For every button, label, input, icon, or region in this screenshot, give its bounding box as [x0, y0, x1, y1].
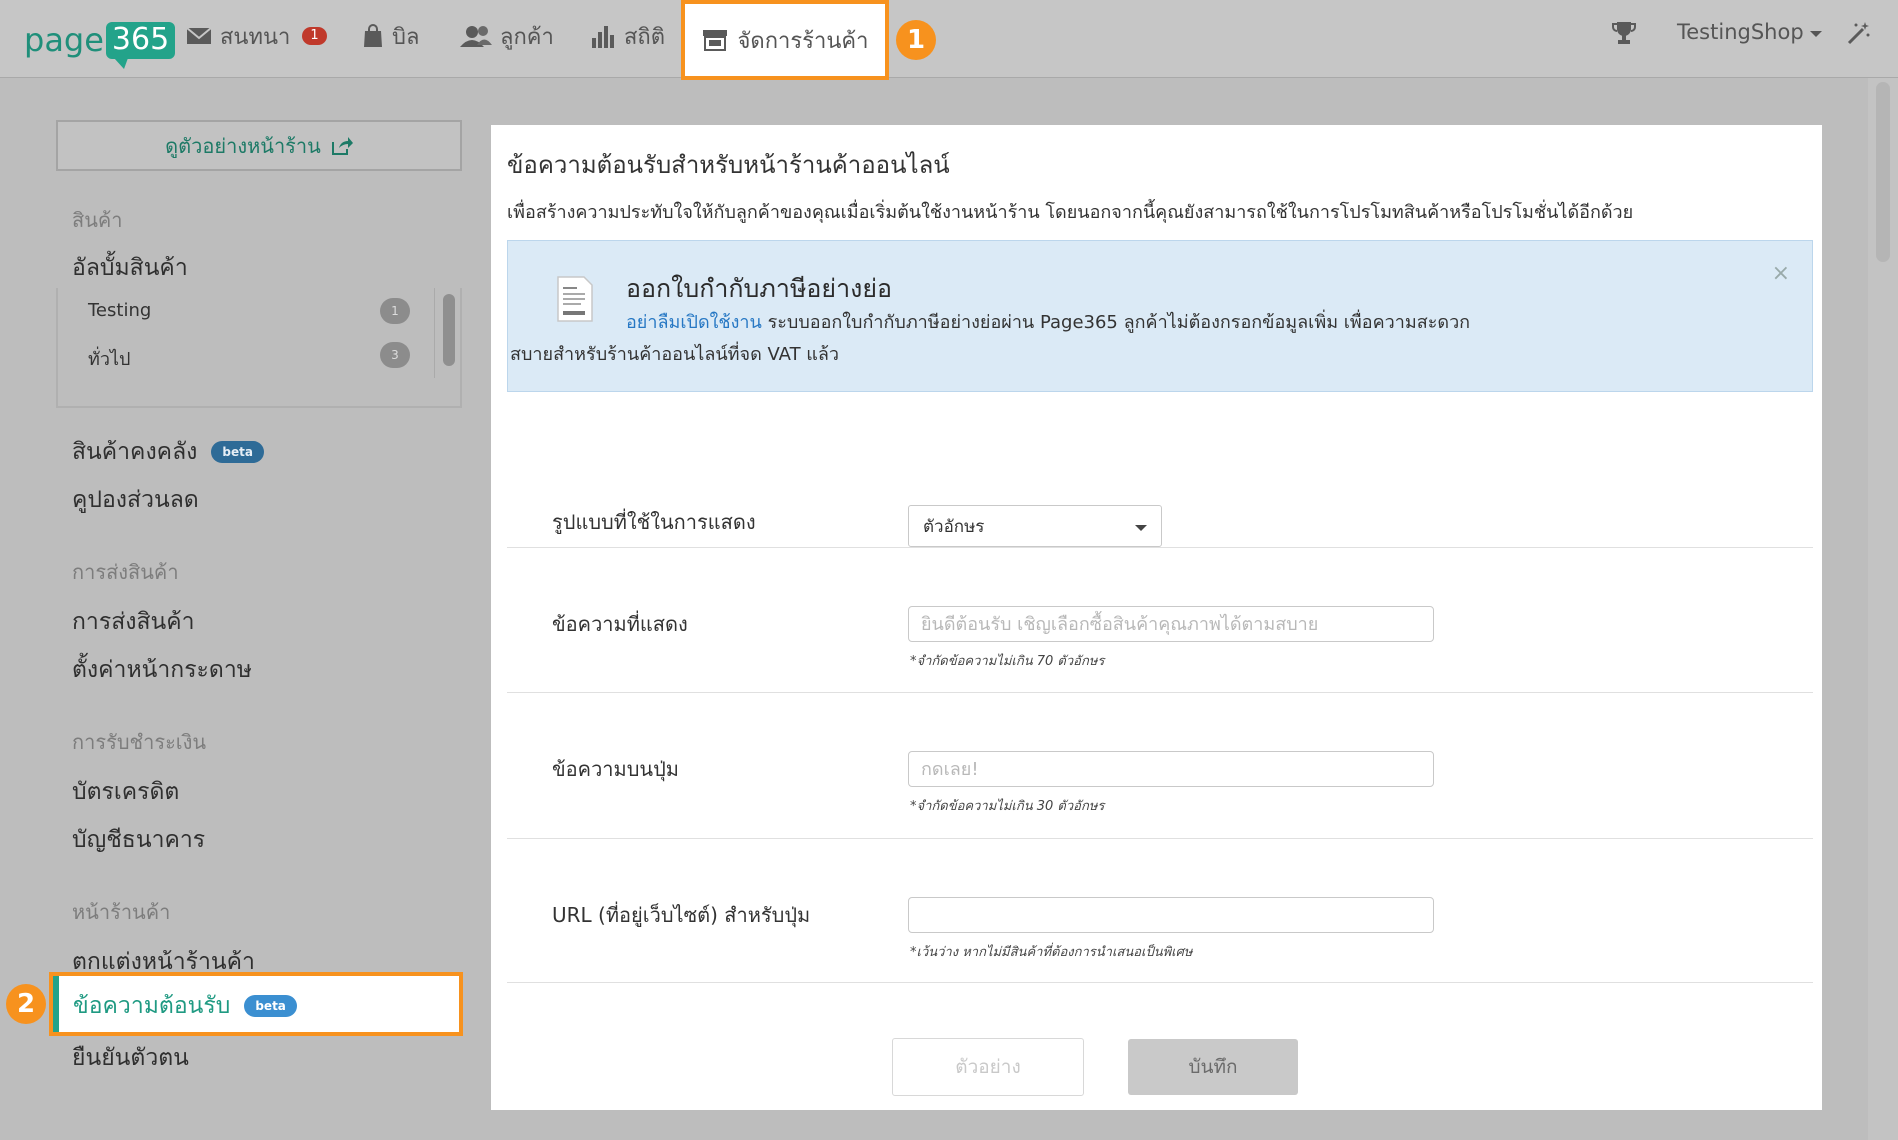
shop-name: TestingShop [1677, 20, 1804, 44]
page-scrollbar[interactable] [1868, 78, 1898, 1140]
preview-button-label: ดูตัวอย่างหน้าร้าน [165, 133, 321, 158]
trophy-button[interactable] [1612, 20, 1636, 46]
sidebar-item-album-label: อัลบั้มสินค้า [72, 255, 188, 281]
magic-wand-button[interactable] [1846, 20, 1872, 46]
shop-selector[interactable]: TestingShop [1677, 20, 1822, 44]
message-input[interactable] [908, 606, 1434, 642]
tax-invoice-alert: ออกใบกำกับภาษีอย่างย่อ อย่าลืมเปิดใช้งาน… [507, 240, 1813, 392]
page365-logo[interactable]: page 365 [24, 14, 176, 69]
sidebar-item-bank-label: บัญชีธนาคาร [72, 827, 206, 853]
form-row-message: ข้อความที่แสดง *จำกัดข้อความไม่เกิน 70 ต… [507, 548, 1813, 693]
magic-wand-icon [1847, 22, 1870, 45]
active-indicator [53, 976, 59, 1032]
sidebar-item-paper-label: ตั้งค่าหน้ากระดาษ [72, 657, 252, 683]
enable-link[interactable]: อย่าลืมเปิดใช้งาน [626, 312, 762, 333]
sidebar-item-welcome-label: ข้อความต้อนรับ [73, 993, 231, 1019]
display-format-select[interactable]: ตัวอักษร [908, 505, 1162, 547]
album-item-testing[interactable]: Testing [88, 300, 151, 321]
section-head-storefront: หน้าร้านค้า [72, 900, 171, 924]
sidebar-item-credit-label: บัตรเครดิต [72, 779, 180, 805]
step-marker-1: 1 [896, 20, 936, 60]
share-icon [331, 136, 353, 155]
nav-shop-management[interactable]: จัดการร้านค้า [681, 0, 889, 80]
receipt-icon [557, 276, 593, 322]
page-title: ข้อความต้อนรับสำหรับหน้าร้านค้าออนไลน์ [507, 151, 950, 179]
store-icon [702, 30, 727, 51]
bar-chart-icon [592, 26, 614, 48]
display-format-value: ตัวอักษร [923, 516, 985, 537]
sidebar-item-coupon[interactable]: คูปองส่วนลด [72, 482, 199, 518]
main-panel: ข้อความต้อนรับสำหรับหน้าร้านค้าออนไลน์ เ… [491, 125, 1822, 1110]
nav-bill-label: บิล [392, 24, 420, 50]
nav-stats-label: สถิติ [624, 24, 666, 50]
chevron-down-icon [1809, 31, 1822, 37]
alert-text-part: ระบบออกใบกำกับภาษีอย่างย่อผ่าน Page365 ล… [761, 312, 1471, 333]
sidebar-item-paper-settings[interactable]: ตั้งค่าหน้ากระดาษ [72, 652, 252, 688]
button-text-hint: *จำกัดข้อความไม่เกิน 30 ตัวอักษร [910, 799, 1105, 814]
album-scrollbar[interactable] [434, 288, 462, 378]
beta-badge: beta [211, 441, 264, 463]
sidebar-item-bank-account[interactable]: บัญชีธนาคาร [72, 822, 205, 858]
url-hint: *เว้นว่าง หากไม่มีสินค้าที่ต้องการนำเสนอ… [910, 945, 1193, 960]
scrollbar-thumb[interactable] [1876, 82, 1890, 262]
sidebar-item-credit-card[interactable]: บัตรเครดิต [72, 774, 179, 810]
nav-bill[interactable]: บิล [362, 18, 419, 54]
message-hint: *จำกัดข้อความไม่เกิน 70 ตัวอักษร [910, 654, 1105, 669]
sidebar-item-verify-identity[interactable]: ยืนยันตัวตน [72, 1040, 189, 1076]
step-marker-2: 2 [6, 984, 46, 1024]
save-button[interactable]: บันทึก [1128, 1039, 1298, 1095]
logo-word: page [24, 21, 104, 59]
album-count-badge: 1 [380, 298, 410, 324]
nav-customer-label: ลูกค้า [500, 24, 554, 50]
alert-title: ออกใบกำกับภาษีอย่างย่อ [626, 274, 892, 303]
sidebar-item-inventory[interactable]: สินค้าคงคลัง beta [72, 434, 264, 470]
page-description: เพื่อสร้างความประทับใจให้กับลูกค้าของคุณ… [507, 202, 1634, 223]
logo-number: 365 [105, 21, 176, 69]
section-head-products: สินค้า [72, 208, 123, 232]
beta-badge: beta [244, 995, 297, 1017]
sidebar-item-welcome-message[interactable]: ข้อความต้อนรับ beta [49, 972, 463, 1036]
album-item-label: ทั่วไป [88, 349, 131, 370]
form-row-url: URL (ที่อยู่เว็บไซต์) สำหรับปุ่ม *เว้นว่… [507, 839, 1813, 983]
album-item-label: Testing [88, 300, 152, 321]
users-icon [460, 26, 492, 47]
nav-chat-label: สนทนา [220, 24, 291, 50]
album-count-badge: 3 [380, 342, 410, 368]
section-head-payment: การรับชำระเงิน [72, 730, 207, 754]
section-head-shipping: การส่งสินค้า [72, 560, 179, 584]
nav-stats[interactable]: สถิติ [590, 18, 665, 54]
preview-button[interactable]: ตัวอย่าง [892, 1038, 1084, 1096]
sidebar-item-shipping-label: การส่งสินค้า [72, 609, 195, 635]
envelope-icon [186, 27, 212, 44]
nav-shop-label: จัดการร้านค้า [737, 28, 869, 54]
album-scrollbar-thumb[interactable] [443, 294, 455, 366]
url-label: URL (ที่อยู่เว็บไซต์) สำหรับปุ่ม [552, 903, 811, 927]
message-label: ข้อความที่แสดง [552, 612, 688, 636]
sidebar-item-coupon-label: คูปองส่วนลด [72, 487, 199, 513]
form-row-display: รูปแบบที่ใช้ในการแสดง ตัวอักษร [507, 392, 1813, 548]
storefront-preview-button[interactable]: ดูตัวอย่างหน้าร้าน [56, 120, 462, 171]
nav-chat[interactable]: สนทนา 1 [186, 18, 327, 54]
url-input[interactable] [908, 897, 1434, 933]
shopping-bag-icon [364, 24, 382, 47]
close-icon[interactable]: × [1772, 261, 1790, 286]
sidebar-item-verify-label: ยืนยันตัวตน [72, 1045, 189, 1071]
nav-customer[interactable]: ลูกค้า [460, 18, 554, 54]
album-item-general[interactable]: ทั่วไป [88, 344, 130, 373]
album-list: Testing 1 ทั่วไป 3 [56, 288, 462, 408]
button-text-label: ข้อความบนปุ่ม [552, 757, 679, 781]
sidebar-item-inventory-label: สินค้าคงคลัง [72, 439, 198, 465]
alert-text: อย่าลืมเปิดใช้งาน ระบบออกใบกำกับภาษีอย่า… [626, 307, 1470, 336]
top-navbar: page 365 สนทนา 1 บิล ลูกค้า สถิติ Testin… [0, 0, 1898, 78]
sidebar-item-shipping[interactable]: การส่งสินค้า [72, 604, 195, 640]
sidebar-item-album[interactable]: อัลบั้มสินค้า [72, 250, 188, 286]
chevron-down-icon [1135, 525, 1147, 531]
form-row-button-text: ข้อความบนปุ่ม *จำกัดข้อความไม่เกิน 30 ตั… [507, 693, 1813, 839]
sidebar-item-welcome-label-wrap: ข้อความต้อนรับ beta [73, 988, 297, 1024]
display-format-label: รูปแบบที่ใช้ในการแสดง [552, 510, 756, 534]
button-text-input[interactable] [908, 751, 1434, 787]
alert-text-line2: สบายสำหรับร้านค้าออนไลน์ที่จด VAT แล้ว [510, 344, 840, 365]
chat-badge: 1 [302, 27, 327, 45]
trophy-icon [1612, 22, 1636, 44]
